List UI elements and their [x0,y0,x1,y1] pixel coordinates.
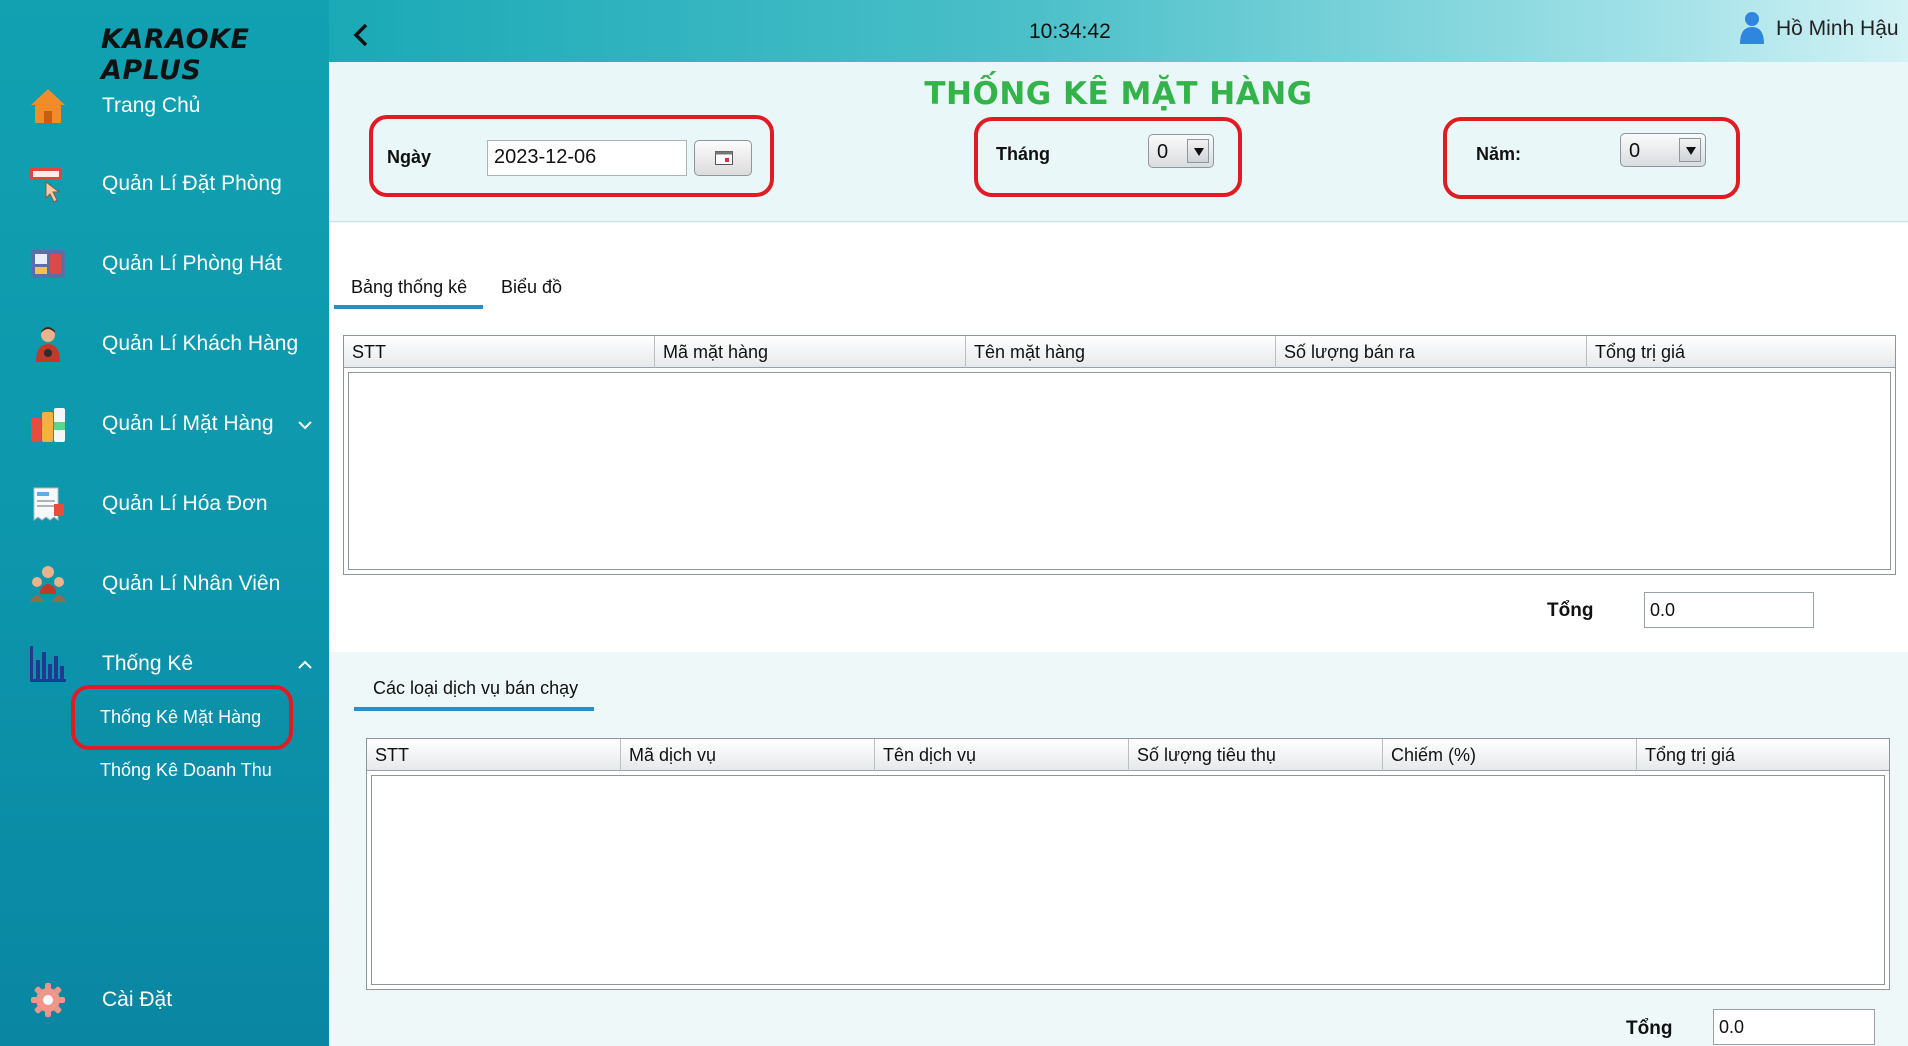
active-tab-indicator [354,707,594,711]
tab-chart[interactable]: Biểu đồ [501,277,562,298]
year-label: Năm: [1476,144,1522,164]
product-total-field[interactable]: 0.0 [1644,592,1814,628]
sidebar-subitem-product-statistics[interactable]: Thống Kê Mặt Hàng [100,707,261,728]
year-value: 0 [1629,140,1641,162]
year-select[interactable]: 0 [1620,133,1706,167]
column-header[interactable]: STT [344,336,655,368]
sidebar-item-statistics[interactable]: Thống Kê [0,634,329,694]
sidebar-item-label: Quản Lí Mặt Hàng [102,412,274,435]
column-header[interactable]: Tổng trị giá [1637,739,1891,771]
sidebar-item-label: Cài Đặt [102,988,173,1011]
column-header[interactable]: Tên dịch vụ [875,739,1129,771]
sidebar-item-customers[interactable]: Quản Lí Khách Hàng [0,314,329,374]
table-body[interactable] [348,372,1891,570]
services-table[interactable]: STT Mã dịch vụ Tên dịch vụ Số lượng tiêu… [366,738,1890,990]
filter-panel: THỐNG KÊ MẶT HÀNG Ngày 2023-12-06 Tháng … [329,62,1908,222]
table-header: STT Mã mặt hàng Tên mặt hàng Số lượng bá… [344,336,1895,368]
sidebar: KARAOKE APLUS Trang Chủ Quản Lí Đặt Phòn… [0,0,329,1046]
column-header[interactable]: Số lượng bán ra [1276,336,1587,368]
sidebar-item-staff[interactable]: Quản Lí Nhân Viên [0,554,329,614]
statistics-panel: Bảng thống kê Biểu đồ STT Mã mặt hàng Tê… [329,223,1908,652]
top-bar: 10:34:42 Hồ Minh Hậu [329,0,1908,62]
sidebar-item-products[interactable]: Quản Lí Mặt Hàng [0,394,329,454]
calendar-icon [715,151,733,165]
column-header[interactable]: Chiếm (%) [1383,739,1637,771]
tab-statistics-table[interactable]: Bảng thống kê [351,277,467,298]
column-header[interactable]: STT [367,739,621,771]
staff-icon [30,566,66,602]
invoice-icon [33,487,64,521]
service-total-label: Tổng [1626,1018,1673,1039]
products-icon [31,408,65,442]
month-label: Tháng [996,144,1050,164]
sidebar-item-settings[interactable]: Cài Đặt [0,970,329,1030]
user-name[interactable]: Hồ Minh Hậu [1776,17,1899,41]
clock: 10:34:42 [1029,20,1111,43]
sidebar-item-label: Quản Lí Đặt Phòng [102,172,282,195]
sidebar-item-label: Quản Lí Phòng Hát [102,252,282,275]
dropdown-arrow-icon[interactable] [1679,138,1701,162]
calendar-button[interactable] [694,140,752,176]
sidebar-item-invoices[interactable]: Quản Lí Hóa Đơn [0,474,329,534]
active-tab-indicator [334,305,483,309]
table-header: STT Mã dịch vụ Tên dịch vụ Số lượng tiêu… [367,739,1889,771]
customer-icon [36,327,60,362]
column-header[interactable]: Tổng trị giá [1587,336,1897,368]
settings-gear-icon [31,983,65,1017]
dropdown-arrow-icon[interactable] [1187,139,1209,163]
sidebar-item-label: Quản Lí Khách Hàng [102,332,299,355]
sidebar-item-label: Quản Lí Nhân Viên [102,572,281,595]
date-label: Ngày [387,147,432,167]
month-value: 0 [1157,141,1169,163]
sidebar-item-label: Trang Chủ [102,94,201,117]
statistics-icon [30,646,66,682]
chevron-up-icon[interactable] [296,656,314,674]
sidebar-item-booking[interactable]: Quản Lí Đặt Phòng [0,154,329,214]
home-icon [31,89,65,123]
sidebar-item-label: Quản Lí Hóa Đơn [102,492,268,515]
booking-icon [30,168,62,203]
tab-best-selling-services[interactable]: Các loại dịch vụ bán chạy [373,678,578,699]
chevron-down-icon[interactable] [296,416,314,434]
table-body[interactable] [371,775,1885,985]
service-total-field[interactable]: 0.0 [1713,1009,1875,1045]
back-arrow-icon[interactable] [349,20,373,50]
product-statistics-table[interactable]: STT Mã mặt hàng Tên mặt hàng Số lượng bá… [343,335,1896,575]
column-header[interactable]: Mã dịch vụ [621,739,875,771]
column-header[interactable]: Mã mặt hàng [655,336,966,368]
user-icon[interactable] [1739,11,1765,45]
sidebar-subitem-revenue-statistics[interactable]: Thống Kê Doanh Thu [100,760,272,781]
date-field[interactable]: 2023-12-06 [487,140,687,176]
page-title: THỐNG KÊ MẶT HÀNG [924,76,1313,112]
sidebar-item-karaoke-rooms[interactable]: Quản Lí Phòng Hát [0,234,329,294]
column-header[interactable]: Tên mặt hàng [966,336,1276,368]
month-select[interactable]: 0 [1148,134,1214,168]
karaoke-room-icon [31,250,65,278]
sidebar-item-home[interactable]: Trang Chủ [0,76,329,136]
column-header[interactable]: Số lượng tiêu thụ [1129,739,1383,771]
product-total-label: Tổng [1547,600,1594,621]
sidebar-item-label: Thống Kê [102,652,194,675]
